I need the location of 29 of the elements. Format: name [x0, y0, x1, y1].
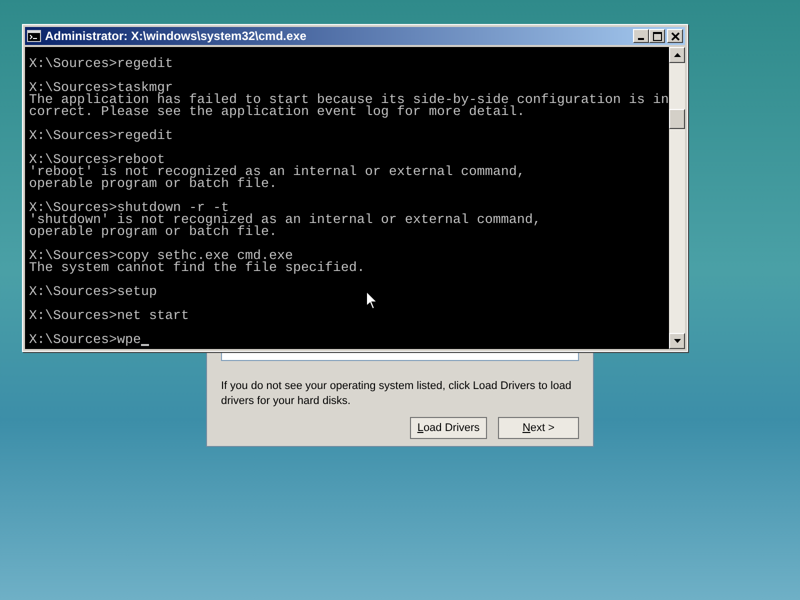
dialog-button[interactable]: Next > — [498, 417, 579, 439]
maximize-icon — [652, 32, 662, 40]
dialog-button[interactable]: Load Drivers — [410, 417, 487, 439]
console-line: X:\Sources>setup — [29, 287, 158, 299]
hint-text: If you do not see your operating system listed, click Load Drivers to load drivers for your hard disks. — [221, 379, 572, 409]
scroll-thumb[interactable] — [669, 109, 685, 129]
console-line: correct. Please see the application event log for more detail. — [29, 107, 525, 119]
minimize-icon — [638, 38, 644, 40]
console-icon — [27, 30, 41, 42]
up-arrow-icon — [674, 53, 680, 57]
console-line: X:\Sources>net start — [29, 311, 190, 323]
scrollbar[interactable] — [669, 47, 685, 349]
close-button[interactable] — [667, 29, 683, 43]
down-arrow-icon — [674, 339, 680, 343]
scroll-down-button[interactable] — [669, 333, 685, 349]
scroll-up-button[interactable] — [669, 47, 685, 63]
window-title: Administrator: X:\windows\system32\cmd.exe — [45, 29, 308, 43]
console-line: X:\Sources>regedit — [29, 131, 174, 143]
console-line: operable program or batch file. — [29, 179, 278, 191]
console-line: The system cannot find the file specified. — [29, 263, 366, 275]
console-line: operable program or batch file. — [29, 227, 278, 239]
text-cursor — [140, 344, 149, 346]
console-line: X:\Sources>taskmgr — [29, 83, 173, 95]
mouse-pointer-icon — [366, 291, 378, 310]
minimize-button[interactable] — [633, 29, 649, 43]
console-line: X:\Sources>regedit — [29, 59, 174, 71]
console-input[interactable]: X:\Sources>wpe — [29, 335, 141, 347]
close-icon — [670, 32, 680, 40]
maximize-button[interactable] — [649, 29, 665, 43]
